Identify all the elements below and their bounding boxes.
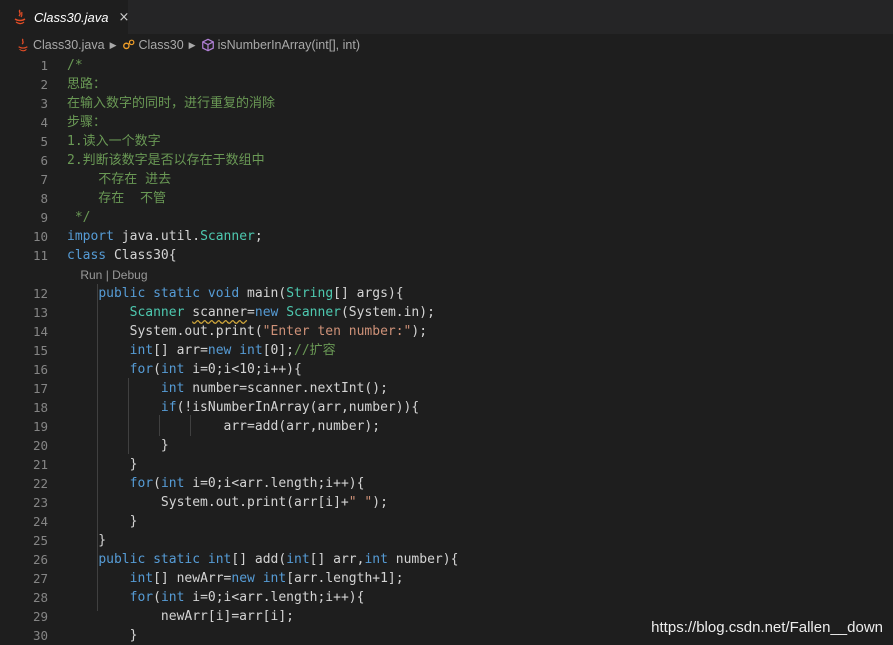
breadcrumb-file[interactable]: Class30.java [16, 38, 105, 52]
code-line[interactable]: Scanner scanner=new Scanner(System.in); [67, 303, 893, 322]
line-number: 14 [32, 324, 48, 339]
chevron-right-icon: ▶ [188, 39, 196, 50]
line-number: 6 [40, 153, 48, 168]
code-line[interactable]: } [67, 455, 893, 474]
indent-guide [190, 415, 191, 436]
class-icon [122, 38, 136, 52]
tab-title: Class30.java [34, 9, 109, 25]
indent-guide [128, 378, 129, 454]
code-area[interactable]: /* 思路： 在输入数字的同时，进行重复的消除 步骤： 1.读入一个数字 2.判… [67, 56, 893, 645]
codelens-run-debug[interactable]: Run | Debug [67, 265, 893, 284]
watermark-url: https://blog.csdn.net/Fallen__down [651, 619, 883, 636]
code-line[interactable]: class Class30{ [67, 246, 893, 265]
line-number: 26 [32, 552, 48, 567]
code-line[interactable]: import java.util.Scanner; [67, 227, 893, 246]
java-file-icon [16, 38, 30, 52]
line-number: 1 [40, 58, 48, 73]
code-line[interactable]: 在输入数字的同时，进行重复的消除 [67, 94, 893, 113]
breadcrumb-method[interactable]: isNumberInArray(int[], int) [201, 38, 360, 52]
codelens-gap [0, 265, 48, 284]
line-number: 18 [32, 400, 48, 415]
code-line[interactable]: 存在 不管 [67, 189, 893, 208]
line-number: 12 [32, 286, 48, 301]
line-number: 21 [32, 457, 48, 472]
code-line[interactable]: for(int i=0;i<arr.length;i++){ [67, 474, 893, 493]
code-line[interactable]: 步骤： [67, 113, 893, 132]
line-number: 25 [32, 533, 48, 548]
code-line[interactable]: System.out.print("Enter ten number:"); [67, 322, 893, 341]
code-line[interactable]: public static void main(String[] args){ [67, 284, 893, 303]
code-line[interactable]: /* [67, 56, 893, 75]
line-number: 17 [32, 381, 48, 396]
line-number: 15 [32, 343, 48, 358]
line-number: 9 [40, 210, 48, 225]
line-number: 23 [32, 495, 48, 510]
tab-bar: Class30.java × [0, 0, 893, 34]
code-line[interactable]: public static int[] add(int[] arr,int nu… [67, 550, 893, 569]
indent-guide [159, 415, 160, 436]
chevron-right-icon: ▶ [109, 39, 117, 50]
code-editor[interactable]: 1 2 3 4 5 6 7 8 9 10 11 12 13 14 15 16 1… [0, 56, 893, 645]
line-number: 29 [32, 609, 48, 624]
indent-guide [97, 284, 98, 611]
line-number: 13 [32, 305, 48, 320]
line-number: 7 [40, 172, 48, 187]
line-number: 4 [40, 115, 48, 130]
code-line[interactable]: 不存在 进去 [67, 170, 893, 189]
breadcrumb-method-label: isNumberInArray(int[], int) [217, 38, 360, 52]
method-cube-icon [201, 38, 215, 52]
line-number: 27 [32, 571, 48, 586]
line-number: 5 [40, 134, 48, 149]
code-line[interactable]: } [67, 512, 893, 531]
line-number: 24 [32, 514, 48, 529]
code-line[interactable]: System.out.print(arr[i]+" "); [67, 493, 893, 512]
breadcrumb-class[interactable]: Class30 [122, 38, 184, 52]
code-line[interactable]: for(int i=0;i<10;i++){ [67, 360, 893, 379]
java-file-icon [12, 9, 28, 25]
code-line[interactable]: 1.读入一个数字 [67, 132, 893, 151]
breadcrumb-file-label: Class30.java [33, 38, 105, 52]
close-icon[interactable]: × [118, 10, 129, 25]
code-line[interactable]: } [67, 436, 893, 455]
breadcrumb-class-label: Class30 [138, 38, 184, 52]
code-line[interactable]: int number=scanner.nextInt(); [67, 379, 893, 398]
code-line[interactable]: int[] newArr=new int[arr.length+1]; [67, 569, 893, 588]
code-line[interactable]: 思路： [67, 75, 893, 94]
code-line[interactable]: for(int i=0;i<arr.length;i++){ [67, 588, 893, 607]
code-line[interactable]: 2.判断该数字是否以存在于数组中 [67, 151, 893, 170]
code-line[interactable]: int[] arr=new int[0];//扩容 [67, 341, 893, 360]
line-number: 20 [32, 438, 48, 453]
line-number: 10 [32, 229, 48, 244]
line-number-gutter: 1 2 3 4 5 6 7 8 9 10 11 12 13 14 15 16 1… [0, 56, 48, 645]
breadcrumb: Class30.java ▶ Class30 ▶ isNumberInArray… [0, 34, 893, 56]
code-line[interactable]: } [67, 531, 893, 550]
line-number: 30 [32, 628, 48, 643]
line-number: 19 [32, 419, 48, 434]
line-number: 3 [40, 96, 48, 111]
line-number: 11 [32, 248, 48, 263]
code-line[interactable]: */ [67, 208, 893, 227]
line-number: 16 [32, 362, 48, 377]
line-number: 22 [32, 476, 48, 491]
line-number: 28 [32, 590, 48, 605]
line-number: 8 [40, 191, 48, 206]
line-number: 2 [40, 77, 48, 92]
tab-class30-java[interactable]: Class30.java × [0, 0, 129, 34]
